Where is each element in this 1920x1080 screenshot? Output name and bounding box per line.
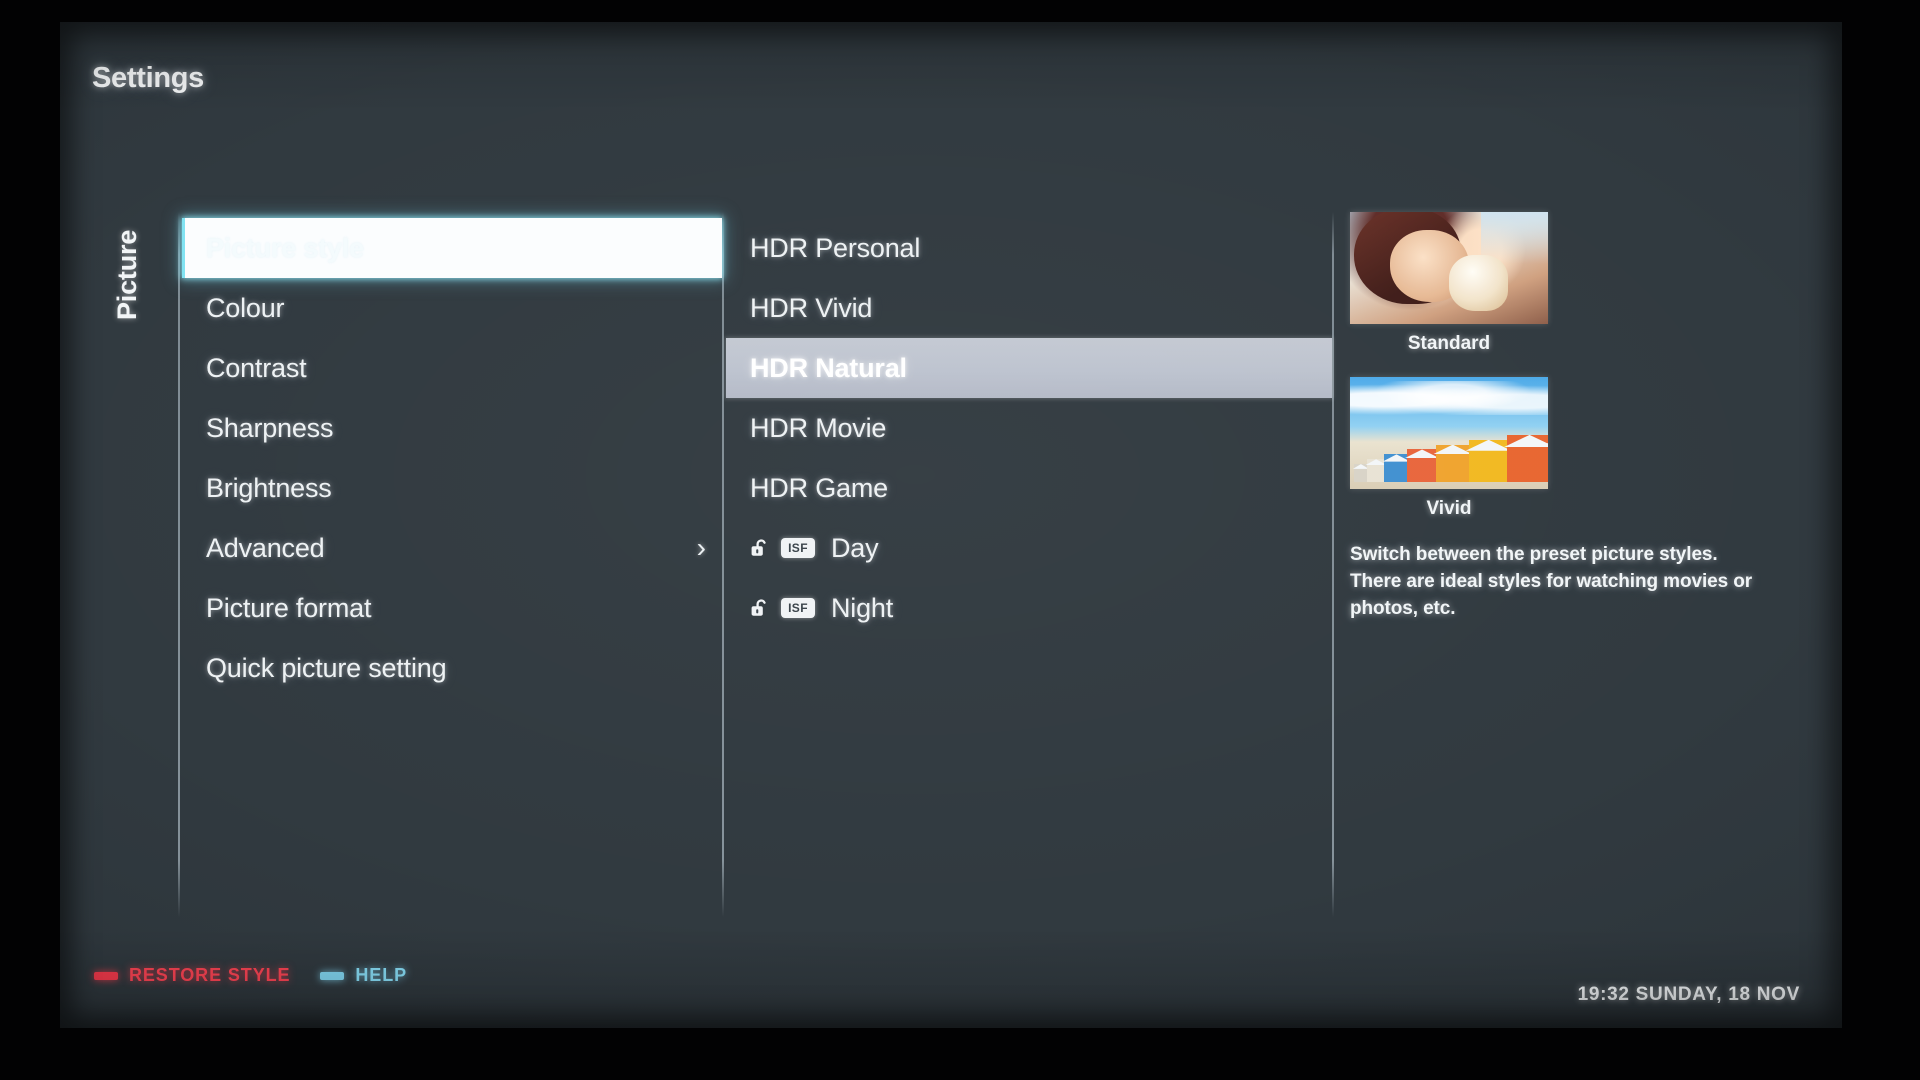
option-label: HDR Game [750,472,888,503]
menu-item-sharpness[interactable]: Sharpness [182,398,722,458]
isf-badge: ISF [781,598,815,618]
red-key-icon [94,971,118,980]
footer-hint-bar: RESTORE STYLE HELP [94,965,407,986]
column-divider-2 [722,212,724,917]
picture-style-option-day[interactable]: ISF Day [726,518,1332,578]
tv-photo-frame: Settings Picture Picture style Colour Cont… [0,0,1920,1080]
menu-item-contrast[interactable]: Contrast [182,338,722,398]
menu-item-label: Quick picture setting [206,652,447,683]
thumbnail-caption: Vivid [1426,498,1472,519]
menu-item-label: Picture format [206,592,372,623]
option-badges: ISF [750,538,815,558]
thumb-hut [1432,444,1473,483]
column-divider-3 [1332,212,1334,917]
restore-style-button[interactable]: RESTORE STYLE [94,965,290,986]
preview-thumbnails: Standard Vivid [1350,212,1800,520]
thumb-hut [1382,454,1411,483]
picture-style-option-hdr-personal[interactable]: HDR Personal [726,218,1332,278]
thumb-hut [1465,439,1512,483]
menu-item-label: Brightness [206,472,332,503]
picture-style-option-hdr-movie[interactable]: HDR Movie [726,398,1332,458]
menu-item-label: Colour [206,292,285,323]
settings-menu-list: Picture style Colour Contrast Sharpness Brig… [182,218,722,698]
menu-item-quick-picture-setting[interactable]: Quick picture setting [182,638,722,698]
picture-style-option-hdr-game[interactable]: HDR Game [726,458,1332,518]
cyan-key-icon [320,971,345,980]
preview-thumbnail-vivid: Vivid [1350,377,1548,520]
preview-description: Switch between the preset picture styles… [1350,544,1753,619]
thumb-ice-cream [1449,254,1509,311]
picture-style-option-hdr-vivid[interactable]: HDR Vivid [726,278,1332,338]
preview-panel: Standard Vivid Switch between the preset … [1350,212,1800,623]
menu-item-label: Advanced [206,532,325,563]
unlocked-padlock-icon [750,538,772,558]
option-label: Night [831,592,894,623]
thumb-hut-roof [1432,444,1473,455]
category-label-text: Picture [112,229,142,320]
option-badges: ISF [750,598,815,618]
help-label: HELP [355,965,408,985]
option-label: Day [831,532,879,563]
isf-badge: ISF [781,538,815,558]
tv-settings-screen: Settings Picture Picture style Colour Cont… [60,22,1842,1028]
thumbnail-image [1350,212,1548,324]
chevron-right-icon: › [696,532,706,563]
thumb-hut [1405,449,1440,483]
menu-item-label: Sharpness [206,412,334,443]
category-label-picture: Picture [82,170,142,330]
thumbnail-caption: Standard [1407,333,1491,354]
picture-style-option-list: HDR Personal HDR Vivid HDR Natural HDR Movi… [726,218,1332,638]
menu-item-label: Contrast [206,352,307,383]
thumb-hut-roof [1503,434,1548,448]
unlocked-padlock-icon [750,598,772,618]
thumb-clouds [1350,381,1548,416]
menu-item-picture-style[interactable]: Picture style [182,218,722,278]
page-title: Settings [92,62,204,94]
picture-style-option-night[interactable]: ISF Night [726,578,1332,638]
restore-style-label: RESTORE STYLE [129,965,291,985]
column-divider-1 [178,212,180,917]
picture-style-option-hdr-natural[interactable]: HDR Natural [726,338,1332,398]
thumbnail-image [1350,377,1548,489]
menu-item-picture-format[interactable]: Picture format [182,578,722,638]
clock-datetime: 19:32 SUNDAY, 18 NOV [1577,984,1800,1005]
thumb-hut-roof [1465,439,1512,451]
menu-item-brightness[interactable]: Brightness [182,458,722,518]
thumb-hut-roof [1405,449,1440,458]
preview-thumbnail-standard: Standard [1350,212,1548,355]
option-label: HDR Personal [750,232,921,263]
option-label: HDR Vivid [750,292,873,323]
option-label: HDR Movie [750,412,887,443]
menu-item-colour[interactable]: Colour [182,278,722,338]
thumb-hut [1503,434,1548,483]
menu-item-advanced[interactable]: Advanced › [182,518,722,578]
thumb-hut [1365,459,1388,483]
menu-item-label: Picture style [206,232,364,263]
thumb-beach-huts [1350,417,1548,483]
option-label: HDR Natural [750,352,907,383]
help-button[interactable]: HELP [320,965,407,986]
